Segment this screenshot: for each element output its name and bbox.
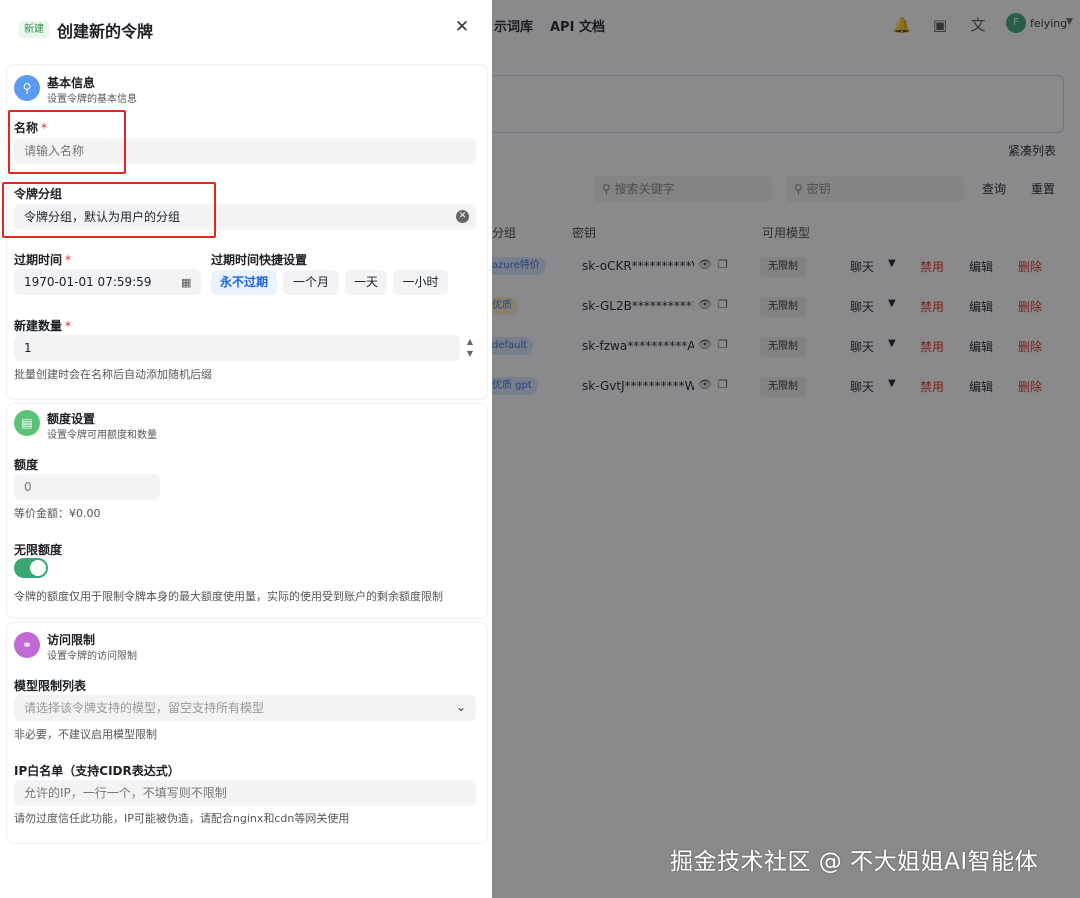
quick-never-button[interactable]: 永不过期 — [211, 270, 277, 295]
name-input[interactable] — [14, 138, 476, 164]
stepper-up-icon[interactable]: ▲ — [463, 337, 477, 347]
quick-expire-label: 过期时间快捷设置 — [211, 253, 308, 267]
new-badge: 新建 — [19, 21, 49, 38]
ip-hint: 请勿过度信任此功能，IP可能被伪造，请配合nginx和cdn等网关使用 — [14, 812, 350, 825]
amount-label: 额度 — [14, 458, 39, 472]
models-hint: 非必要，不建议启用模型限制 — [14, 728, 157, 741]
expire-datetime-input[interactable]: 1970-01-01 07:59:59 — [14, 269, 201, 295]
count-label: 新建数量 * — [14, 319, 72, 333]
name-label: 名称 * — [14, 121, 48, 135]
basic-info-title: 基本信息 — [47, 76, 96, 90]
basic-info-subtitle: 设置令牌的基本信息 — [47, 94, 137, 105]
quick-month-button[interactable]: 一个月 — [283, 270, 339, 295]
chevron-down-icon[interactable]: ⌄ — [456, 700, 466, 714]
unlimited-label: 无限额度 — [14, 543, 63, 557]
equivalent-amount: 等价金额：¥0.00 — [14, 507, 101, 520]
unlimited-hint: 令牌的额度仅用于限制令牌本身的最大额度使用量，实际的使用受到账户的剩余额度限制 — [14, 590, 443, 603]
calendar-icon[interactable]: ▦ — [181, 276, 191, 289]
ip-label: IP白名单（支持CIDR表达式） — [14, 764, 180, 778]
count-input[interactable]: 1 — [14, 335, 460, 361]
clear-icon[interactable]: ✕ — [456, 210, 469, 223]
access-title: 访问限制 — [47, 633, 96, 647]
models-select[interactable]: 请选择该令牌支持的模型，留空支持所有模型 — [14, 695, 476, 721]
access-subtitle: 设置令牌的访问限制 — [47, 651, 137, 662]
required-mark: * — [41, 121, 48, 135]
expire-label: 过期时间 * — [14, 253, 72, 267]
close-icon[interactable]: ✕ — [452, 16, 472, 38]
quota-subtitle: 设置令牌可用额度和数量 — [47, 430, 157, 441]
group-select[interactable]: 令牌分组，默认为用户的分组 — [14, 204, 476, 230]
watermark: 掘金技术社区 @ 不大姐姐AI智能体 — [670, 849, 1039, 875]
quota-title: 额度设置 — [47, 412, 96, 426]
quick-day-button[interactable]: 一天 — [345, 270, 387, 295]
amount-input[interactable] — [14, 474, 160, 500]
sheet-header: 新建 创建新的令牌 ✕ — [0, 0, 492, 58]
unlimited-toggle[interactable] — [14, 558, 48, 578]
ip-whitelist-input[interactable] — [14, 780, 476, 806]
count-hint: 批量创建时会在名称后自动添加随机后缀 — [14, 368, 212, 381]
group-label: 令牌分组 — [14, 187, 63, 201]
quick-hour-button[interactable]: 一小时 — [393, 270, 448, 295]
wallet-icon: ▤ — [14, 410, 40, 436]
sheet-title: 创建新的令牌 — [57, 22, 154, 41]
models-label: 模型限制列表 — [14, 679, 87, 693]
link-icon: ⚭ — [14, 632, 40, 658]
create-token-sheet: 新建 创建新的令牌 ✕ ⚲ 基本信息 设置令牌的基本信息 名称* 令牌分组 令牌… — [0, 0, 492, 898]
toggle-knob — [30, 560, 46, 576]
stepper-down-icon[interactable]: ▼ — [463, 349, 477, 359]
key-icon: ⚲ — [14, 75, 40, 101]
